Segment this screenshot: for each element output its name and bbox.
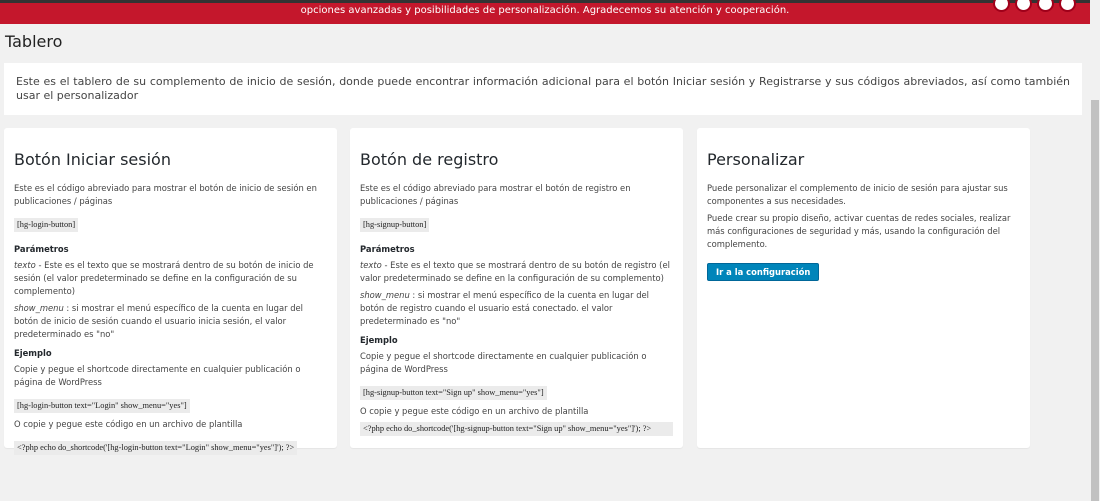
social-icons (993, 0, 1076, 12)
intro-panel: Este es el tablero de su complemento de … (4, 63, 1082, 115)
example-shortcode[interactable]: [hg-login-button text="Login" show_menu=… (14, 399, 190, 413)
card-title: Botón de registro (360, 150, 499, 169)
go-to-settings-button[interactable]: Ir a la configuración (707, 263, 820, 281)
template-code[interactable]: <?php echo do_shortcode('[hg-signup-butt… (360, 422, 673, 436)
card-description-2: Puede crear su propio diseño, activar cu… (707, 213, 1011, 249)
param-show-menu: show_menu : si mostrar el menú específic… (360, 289, 673, 328)
announcement-banner: opciones avanzadas y posibilidades de pe… (0, 0, 1090, 24)
shortcode[interactable]: [hg-login-button] (14, 218, 79, 232)
page-title: Tablero (5, 32, 63, 51)
example-heading: Ejemplo (14, 348, 52, 358)
example-description: Copie y pegue el shortcode directamente … (360, 351, 647, 374)
example-shortcode[interactable]: [hg-signup-button text="Sign up" show_me… (360, 386, 547, 400)
param-desc: - Este es el texto que se mostrará dentr… (14, 260, 314, 296)
template-description: O copie y pegue este código en un archiv… (360, 406, 589, 416)
card-description: Este es el código abreviado para mostrar… (360, 183, 631, 206)
param-show-menu: show_menu : si mostrar el menú específic… (14, 302, 327, 341)
card-title: Botón Iniciar sesión (14, 150, 171, 169)
banner-text: opciones avanzadas y posibilidades de pe… (300, 5, 790, 16)
card-title: Personalizar (707, 150, 805, 169)
params-heading: Parámetros (14, 244, 69, 254)
customize-card: Personalizar Puede personalizar el compl… (697, 128, 1030, 448)
shortcode[interactable]: [hg-signup-button] (360, 218, 430, 232)
template-description: O copie y pegue este código en un archiv… (14, 419, 243, 429)
param-name: show_menu (360, 290, 410, 300)
facebook-icon[interactable] (993, 0, 1010, 12)
scrollbar-thumb[interactable] (1091, 100, 1099, 501)
param-name: texto (14, 260, 36, 270)
example-description: Copie y pegue el shortcode directamente … (14, 364, 301, 387)
login-button-card: Botón Iniciar sesión Este es el código a… (4, 128, 337, 455)
param-name: show_menu (14, 303, 64, 313)
template-code[interactable]: <?php echo do_shortcode('[hg-login-butto… (14, 441, 298, 455)
google-plus-icon[interactable] (1037, 0, 1054, 12)
card-description: Este es el código abreviado para mostrar… (14, 183, 317, 206)
signup-button-card: Botón de registro Este es el código abre… (350, 128, 683, 448)
twitter-icon[interactable] (1015, 0, 1032, 12)
example-heading: Ejemplo (360, 335, 398, 345)
param-texto: texto - Este es el texto que se mostrará… (14, 259, 327, 298)
param-texto: texto - Este es el texto que se mostrará… (360, 259, 673, 285)
param-desc: - Este es el texto que se mostrará dentr… (360, 260, 670, 283)
params-heading: Parámetros (360, 244, 415, 254)
card-description: Puede personalizar el complemento de ini… (707, 183, 1008, 206)
param-name: texto (360, 260, 382, 270)
youtube-icon[interactable] (1059, 0, 1076, 12)
